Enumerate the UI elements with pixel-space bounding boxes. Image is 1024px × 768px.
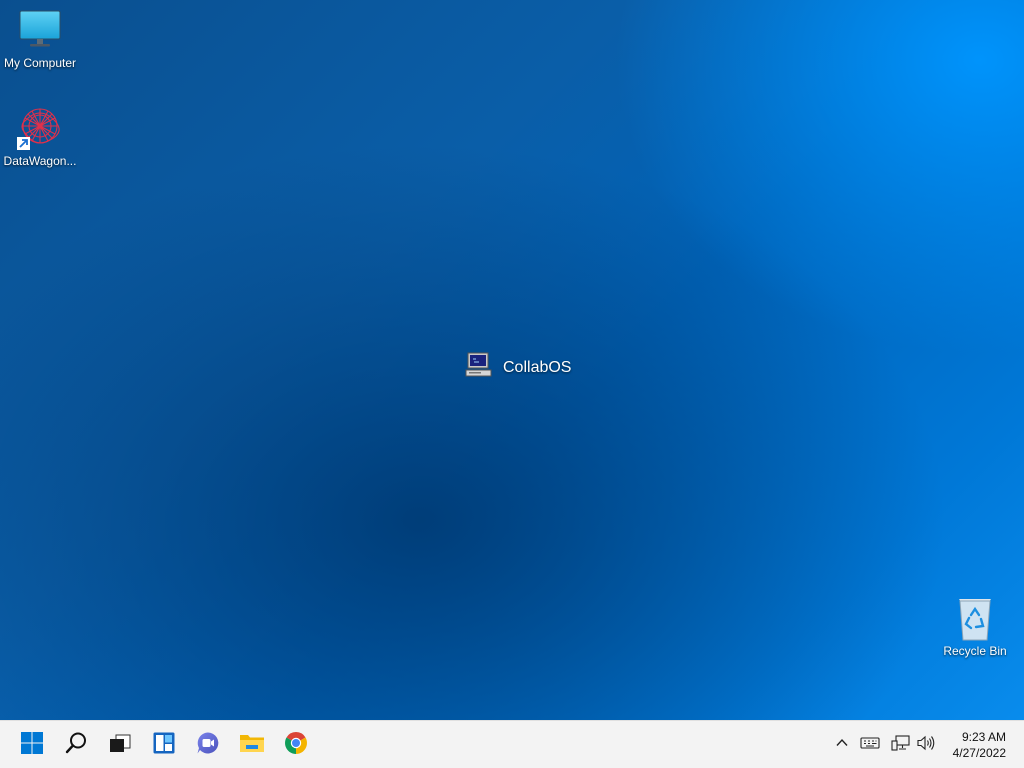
chrome-icon <box>284 731 308 760</box>
chat-button[interactable] <box>192 729 224 761</box>
desktop-icon-recycle-bin[interactable]: Recycle Bin <box>935 594 1015 658</box>
windows-logo-icon <box>20 731 44 760</box>
monitor-icon <box>16 6 64 54</box>
widgets-button[interactable] <box>148 729 180 761</box>
desktop-icon-label: DataWagon... <box>3 154 77 168</box>
desktop-icon-my-computer[interactable]: My Computer <box>0 6 80 70</box>
widgets-icon <box>152 731 176 760</box>
chat-icon <box>196 731 220 760</box>
task-view-icon <box>108 731 132 760</box>
collabos-launcher[interactable]: CollabOS <box>465 351 571 384</box>
desktop-icon-label: Recycle Bin <box>943 644 1007 658</box>
clock-date: 4/27/2022 <box>952 746 1006 760</box>
computer-terminal-icon <box>465 351 493 384</box>
speaker-icon <box>916 734 936 757</box>
search-icon <box>64 731 88 760</box>
show-hidden-icons-button[interactable] <box>830 733 854 757</box>
recycle-bin-icon <box>951 594 999 642</box>
taskbar: 9:23 AM 4/27/2022 <box>0 720 1024 768</box>
collabos-label: CollabOS <box>503 358 572 376</box>
clock-time: 9:23 AM <box>961 730 1006 744</box>
desktop-icon-label: My Computer <box>3 56 77 70</box>
file-explorer-button[interactable] <box>236 729 268 761</box>
folder-icon <box>239 731 265 760</box>
chrome-button[interactable] <box>280 729 312 761</box>
taskbar-clock[interactable]: 9:23 AM 4/27/2022 <box>953 729 1006 761</box>
task-view-button[interactable] <box>104 729 136 761</box>
keyboard-icon <box>860 735 880 756</box>
start-button[interactable] <box>16 729 48 761</box>
chevron-up-icon <box>834 735 850 756</box>
network-button[interactable] <box>889 733 913 757</box>
keyboard-button[interactable] <box>858 733 882 757</box>
network-icon <box>891 734 911 757</box>
desktop-icon-datawagon[interactable]: DataWagon... <box>0 104 80 168</box>
volume-button[interactable] <box>914 733 938 757</box>
datawagon-logo-icon <box>16 104 64 152</box>
search-button[interactable] <box>60 729 92 761</box>
